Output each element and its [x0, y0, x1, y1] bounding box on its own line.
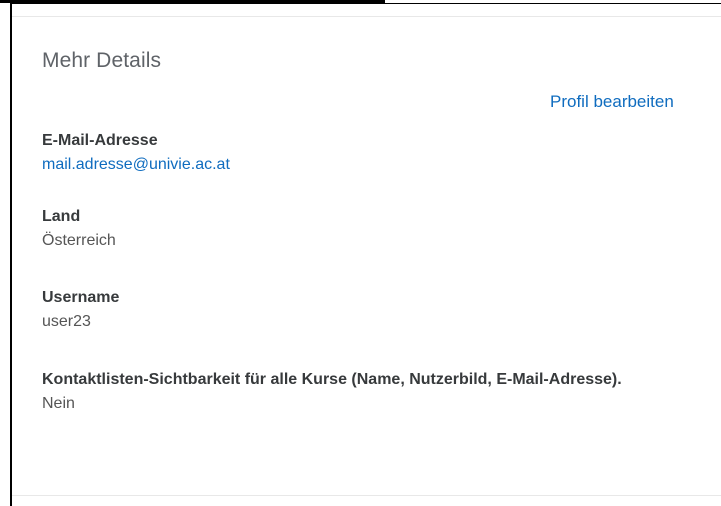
contact-visibility-field-group: Kontaktlisten-Sichtbarkeit für alle Kurs… [42, 368, 662, 416]
edit-profile-link[interactable]: Profil bearbeiten [550, 92, 674, 112]
email-field-group: E-Mail-Adresse mail.adresse@univie.ac.at [42, 129, 662, 177]
contact-visibility-value: Nein [42, 395, 75, 412]
more-details-card: Mehr Details Profil bearbeiten E-Mail-Ad… [12, 16, 721, 496]
username-value: user23 [42, 313, 91, 330]
card-title: Mehr Details [42, 49, 162, 72]
username-field-group: Username user23 [42, 286, 662, 334]
country-value: Österreich [42, 232, 116, 249]
contact-visibility-label: Kontaktlisten-Sichtbarkeit für alle Kurs… [42, 371, 622, 388]
country-label: Land [42, 208, 81, 225]
page-frame: Mehr Details Profil bearbeiten E-Mail-Ad… [0, 0, 721, 506]
outer-top-border [10, 3, 721, 4]
email-link[interactable]: mail.adresse@univie.ac.at [42, 153, 230, 177]
username-label: Username [42, 289, 120, 306]
country-field-group: Land Österreich [42, 205, 662, 253]
email-label: E-Mail-Adresse [42, 132, 158, 149]
